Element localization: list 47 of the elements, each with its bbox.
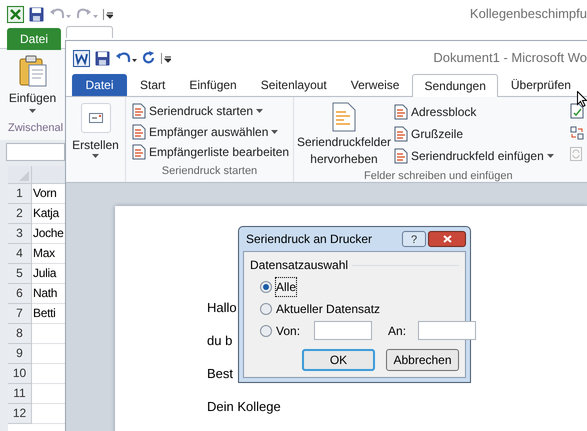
row-number[interactable]: 5 (8, 264, 32, 284)
row-number[interactable]: 3 (8, 224, 32, 244)
window-title: Kollegenbeschimpfu (470, 5, 587, 24)
document-text: Hallo (207, 300, 237, 316)
radio-label[interactable]: Alle (276, 278, 296, 296)
row-number[interactable]: 9 (8, 344, 32, 364)
radio-label[interactable]: Von: (276, 322, 300, 340)
create-button[interactable]: Erstellen (72, 136, 119, 154)
file-tab[interactable]: Datei (72, 74, 127, 96)
ribbon-tab[interactable]: Einfügen (178, 74, 248, 96)
ribbon-tab[interactable]: Sendungen (412, 74, 498, 97)
group-label: Datensatzauswahl (250, 257, 348, 274)
ribbon-button[interactable]: Grußzeile (411, 125, 464, 143)
row-number[interactable]: 6 (8, 284, 32, 304)
document-text: du b (207, 333, 232, 349)
paste-button[interactable]: Einfügen (8, 89, 56, 107)
document-text: Dein Kollege (207, 399, 281, 415)
document-text: Best (207, 366, 234, 382)
group-label: Seriendruck starten (160, 164, 258, 178)
row-number[interactable]: 2 (8, 204, 32, 224)
ribbon-tab[interactable]: Start (129, 74, 176, 96)
dialog-button[interactable]: Abbrechen (386, 349, 459, 371)
row-number[interactable]: 12 (8, 404, 32, 424)
ribbon-tab[interactable]: Verweise (340, 74, 410, 96)
row-number[interactable]: 1 (8, 184, 32, 204)
row-number[interactable]: 11 (8, 384, 32, 404)
row-number[interactable]: 8 (8, 324, 32, 344)
ribbon-tab[interactable]: Seitenlayout (250, 74, 338, 96)
group-label: Zwischenal (7, 120, 64, 136)
row-number[interactable]: 10 (8, 364, 32, 384)
ribbon-button[interactable]: Empfänger auswählen (149, 122, 268, 141)
field-label: An: (388, 322, 406, 340)
dialog-button[interactable]: OK (302, 349, 375, 371)
window-title: Dokument1 - Microsoft Wo (433, 49, 587, 68)
ribbon-button[interactable]: Seriendruck starten (149, 102, 254, 120)
radio-label[interactable]: Aktueller Datensatz (276, 300, 380, 318)
ribbon-button[interactable]: Empfängerliste bearbeiten (149, 143, 290, 162)
ribbon-button[interactable]: Seriendruckfeld einfügen (411, 147, 544, 165)
row-number[interactable]: 7 (8, 304, 32, 324)
help-button[interactable]: ? (402, 231, 426, 247)
dialog-title: Seriendruck an Drucker (245, 231, 372, 248)
ribbon-button[interactable]: Adressblock (411, 103, 476, 121)
row-number[interactable]: 4 (8, 244, 32, 264)
highlight-fields-button[interactable]: Seriendruckfelder hervorheben (294, 134, 394, 168)
file-tab[interactable]: Datei (7, 28, 61, 50)
ribbon-tab[interactable]: Überprüfen (500, 74, 582, 96)
group-label: Felder schreiben und einfügen (363, 169, 514, 184)
